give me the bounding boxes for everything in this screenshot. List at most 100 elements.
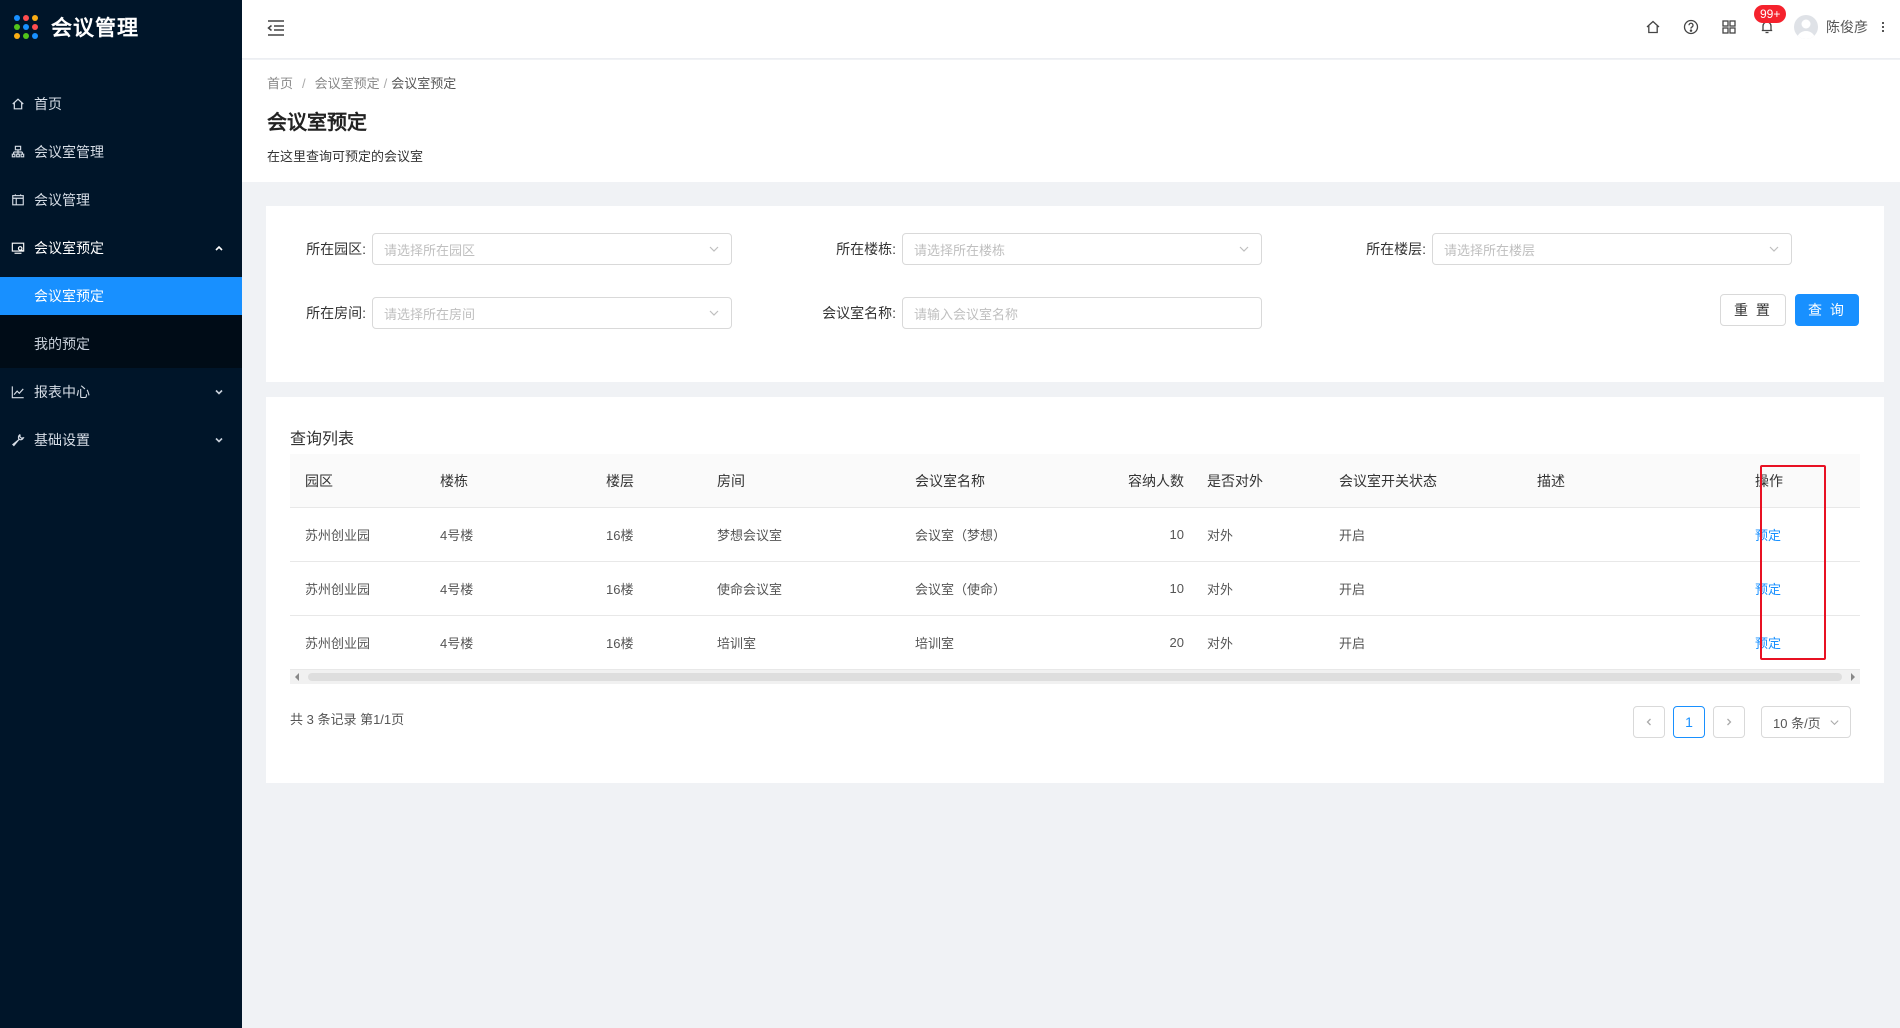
sidebar-submenu-booking: 会议室预定 我的预定	[0, 277, 242, 368]
room-select-placeholder: 请选择所在房间	[384, 306, 476, 322]
chart-icon	[11, 385, 25, 399]
horizontal-scrollbar[interactable]	[290, 670, 1860, 684]
list-title: 查询列表	[290, 431, 355, 448]
prev-page-button[interactable]	[1633, 706, 1665, 738]
column-header[interactable]: 是否对外	[1192, 471, 1324, 491]
avatar[interactable]	[1794, 15, 1818, 39]
sidebar-item-room-management[interactable]: 会议室管理	[0, 128, 242, 176]
chevron-down-icon	[1769, 246, 1779, 252]
floor-select[interactable]: 请选择所在楼层	[1432, 233, 1792, 265]
column-header[interactable]: 容纳人数	[1100, 471, 1192, 491]
results-table: 园区 楼栋 楼层 房间 会议室名称 容纳人数 是否对外 会议室开关状态 描述 操…	[290, 454, 1860, 670]
sidebar-item-label: 报表中心	[34, 384, 90, 400]
filter-room-label: 所在房间:	[306, 305, 366, 321]
cell-capacity: 10	[1169, 527, 1184, 542]
chevron-right-icon	[1727, 718, 1732, 726]
column-header[interactable]: 会议室名称	[900, 471, 1100, 491]
filter-park: 所在园区: 请选择所在园区	[266, 233, 732, 265]
username[interactable]: 陈俊彦	[1826, 17, 1868, 37]
results-panel: 查询列表 园区 楼栋 楼层 房间 会议室名称 容纳人数 是否对外 会议室开关状态…	[266, 397, 1884, 783]
park-select[interactable]: 请选择所在园区	[372, 233, 732, 265]
sidebar-item-room-booking[interactable]: 会议室预定	[0, 224, 242, 272]
pagination: 1 10 条/页	[1633, 706, 1851, 738]
cell-status: 开启	[1339, 582, 1366, 597]
filter-room: 所在房间: 请选择所在房间	[266, 297, 732, 329]
building-select[interactable]: 请选择所在楼栋	[902, 233, 1262, 265]
sidebar-item-basic-settings[interactable]: 基础设置	[0, 416, 242, 464]
cell-floor: 16楼	[606, 636, 634, 651]
column-header[interactable]: 园区	[290, 471, 425, 491]
cell-building: 4号楼	[440, 636, 474, 651]
sidebar: 会议管理 首页 会议室管理 会议管理 会议室预定 会议室预定 我的预定 报表中心…	[0, 0, 242, 1028]
page-size-value: 10 条/页	[1773, 715, 1821, 731]
cell-room-name: 会议室（使命）	[915, 582, 1007, 597]
menu-fold-icon[interactable]	[266, 19, 286, 37]
help-icon[interactable]	[1683, 19, 1699, 35]
scrollbar-thumb[interactable]	[308, 673, 1842, 681]
cell-capacity: 10	[1169, 581, 1184, 596]
room-name-input[interactable]: 请输入会议室名称	[902, 297, 1262, 329]
floor-select-placeholder: 请选择所在楼层	[1444, 242, 1536, 258]
book-link[interactable]: 预定	[1755, 528, 1781, 543]
cell-external: 对外	[1207, 582, 1234, 597]
sidebar-subitem-room-booking[interactable]: 会议室预定	[0, 277, 242, 315]
sidebar-item-reports[interactable]: 报表中心	[0, 368, 242, 416]
breadcrumb-separator: /	[302, 76, 306, 91]
column-header[interactable]: 房间	[702, 471, 900, 491]
building-select-placeholder: 请选择所在楼栋	[914, 242, 1006, 258]
home-icon	[11, 97, 25, 111]
bell-icon[interactable]: 99+	[1754, 5, 1787, 35]
chevron-down-icon	[214, 384, 224, 400]
more-vertical-icon[interactable]	[1882, 22, 1884, 32]
breadcrumb-separator: /	[383, 76, 388, 91]
cell-capacity: 20	[1169, 635, 1184, 650]
chevron-down-icon	[214, 432, 224, 448]
page-button-current[interactable]: 1	[1673, 706, 1705, 738]
wrench-icon	[11, 433, 25, 447]
sidebar-item-label: 会议室预定	[34, 240, 104, 256]
column-header[interactable]: 楼栋	[425, 471, 591, 491]
cell-external: 对外	[1207, 528, 1234, 543]
column-header[interactable]: 楼层	[591, 471, 702, 491]
sidebar-item-label: 会议室管理	[34, 144, 104, 160]
filter-floor-label: 所在楼层:	[1366, 241, 1426, 257]
next-page-button[interactable]	[1713, 706, 1745, 738]
page-header: 首页 / 会议室预定 / 会议室预定 会议室预定 在这里查询可预定的会议室	[242, 60, 1900, 182]
header-toolbar: 99+ 陈俊彦	[1634, 0, 1900, 54]
cell-room-name: 会议室（梦想）	[915, 528, 1007, 543]
home-icon[interactable]	[1645, 19, 1661, 35]
sidebar-subitem-label: 我的预定	[34, 336, 90, 352]
filter-room-name: 会议室名称: 请输入会议室名称	[796, 297, 1262, 329]
reset-button[interactable]: 重 置	[1720, 294, 1786, 326]
chevron-down-icon	[709, 246, 719, 252]
sidebar-item-home[interactable]: 首页	[0, 80, 242, 128]
cell-park: 苏州创业园	[305, 636, 371, 651]
cell-park: 苏州创业园	[305, 528, 371, 543]
scroll-right-arrow-icon[interactable]	[1851, 673, 1855, 681]
column-header[interactable]: 描述	[1522, 471, 1740, 491]
scroll-left-arrow-icon[interactable]	[295, 673, 299, 681]
room-select[interactable]: 请选择所在房间	[372, 297, 732, 329]
query-button[interactable]: 查 询	[1795, 294, 1859, 326]
app-logo[interactable]: 会议管理	[0, 0, 242, 54]
notification-badge: 99+	[1754, 5, 1787, 23]
sidebar-item-meeting-management[interactable]: 会议管理	[0, 176, 242, 224]
grid-apps-icon[interactable]	[1721, 19, 1737, 35]
table-row: 苏州创业园 4号楼 16楼 梦想会议室 会议室（梦想） 10 对外 开启 预定	[290, 508, 1860, 562]
breadcrumb-section[interactable]: 会议室预定	[315, 76, 380, 91]
column-header[interactable]: 会议室开关状态	[1324, 471, 1522, 491]
cell-room: 梦想会议室	[717, 528, 783, 543]
sidebar-menu: 首页 会议室管理 会议管理 会议室预定 会议室预定 我的预定 报表中心 基础设置	[0, 80, 242, 464]
breadcrumb-home[interactable]: 首页	[267, 76, 293, 91]
cell-status: 开启	[1339, 636, 1366, 651]
book-link[interactable]: 预定	[1755, 636, 1781, 651]
cell-external: 对外	[1207, 636, 1234, 651]
page-size-select[interactable]: 10 条/页	[1761, 706, 1851, 738]
cell-room: 使命会议室	[717, 582, 783, 597]
book-link[interactable]: 预定	[1755, 582, 1781, 597]
cell-room: 培训室	[717, 636, 757, 651]
cell-floor: 16楼	[606, 582, 634, 597]
page-description: 在这里查询可预定的会议室	[267, 149, 424, 164]
sidebar-subitem-my-bookings[interactable]: 我的预定	[0, 320, 242, 368]
cell-action: 预定	[1740, 579, 1860, 598]
